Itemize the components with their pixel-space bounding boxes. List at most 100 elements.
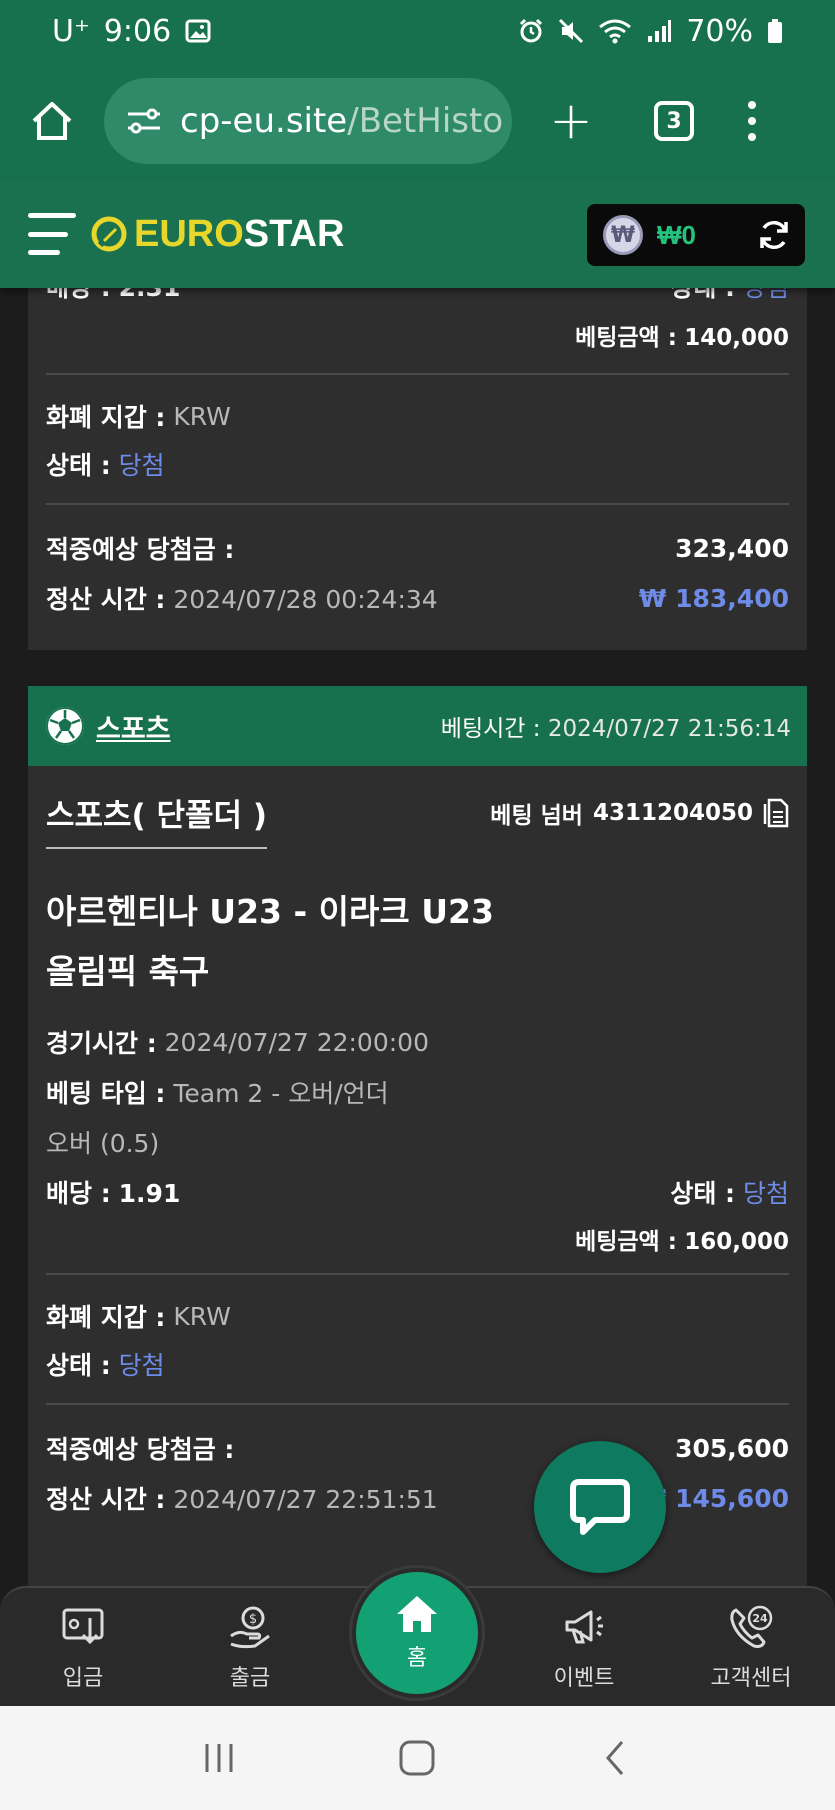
megaphone-icon	[565, 1610, 603, 1644]
expected-payout-value: 323,400	[675, 533, 789, 563]
eurostar-logo[interactable]: EURO STAR	[90, 213, 344, 256]
divider	[46, 373, 789, 375]
new-tab-plus-icon[interactable]: +	[546, 95, 596, 147]
recent-apps-icon[interactable]	[199, 1738, 239, 1778]
status-bar-right: 70%	[518, 14, 783, 49]
nav-withdraw-label: 출금	[229, 1666, 271, 1691]
divider	[46, 1273, 789, 1275]
currency-value: KRW	[173, 401, 231, 431]
refresh-icon[interactable]	[757, 218, 791, 252]
odds-status-row: 배당 : 2.31 상태 : 당첨	[46, 288, 789, 304]
battery-icon	[768, 19, 782, 43]
chat-bubble-icon	[570, 1479, 630, 1535]
nav-withdraw[interactable]: $ 출금	[190, 1604, 310, 1692]
match-teams: 아르헨티나 U23 - 이라크 U23	[46, 892, 494, 931]
bet-amount-label: 베팅금액 :	[575, 1229, 677, 1255]
home-icon[interactable]	[30, 99, 74, 143]
url-path: /BetHisto	[347, 101, 504, 141]
status-label: 상태 :	[670, 1179, 736, 1208]
nav-home[interactable]: 홈	[352, 1568, 482, 1698]
bet-type-row: 베팅 타입 : Team 2 - 오버/언더	[46, 1074, 789, 1110]
logo-text-euro: EURO	[134, 212, 244, 255]
nav-support[interactable]: 24 고객센터	[691, 1604, 811, 1692]
currency-row: 화폐 지갑 : KRW	[46, 1298, 789, 1334]
match-title: 아르헨티나 U23 - 이라크 U23 올림픽 축구	[46, 882, 494, 1002]
bet-amount-label: 베팅금액 :	[575, 325, 677, 351]
battery-percent: 70%	[686, 13, 753, 49]
bet-time-value: 2024/07/27 21:56:14	[547, 716, 791, 742]
selection-value: 오버 (0.5)	[46, 1129, 160, 1158]
status-label: 상태 :	[46, 451, 111, 480]
bet-amount-row: 베팅금액 : 160,000	[46, 1222, 789, 1256]
odds-value: 2.31	[119, 288, 181, 302]
system-navigation-bar	[0, 1706, 835, 1810]
copy-icon[interactable]	[763, 798, 789, 828]
bet-subtitle: 스포츠( 단폴더 )	[46, 790, 268, 849]
expected-payout-value: 305,600	[675, 1433, 789, 1463]
expected-payout-row: 적중예상 당첨금 : 323,400	[46, 530, 789, 566]
bet-history-list[interactable]: 배당 : 2.31 상태 : 당첨 베팅금액 : 140,000 화폐 지갑 :…	[0, 288, 835, 1588]
menu-icon[interactable]	[28, 213, 76, 255]
mute-icon	[559, 18, 584, 44]
settle-time-label: 정산 시간 :	[46, 1485, 166, 1514]
expected-payout-label: 적중예상 당첨금 :	[46, 1435, 235, 1464]
system-home-icon[interactable]	[397, 1738, 437, 1778]
gallery-icon	[185, 19, 211, 43]
won-coin-icon: ₩	[603, 215, 643, 255]
currency-value: KRW	[173, 1301, 231, 1331]
deposit-icon	[62, 1608, 104, 1645]
category: 스포츠	[44, 705, 171, 747]
soccer-ball-icon	[46, 707, 84, 745]
tab-switcher-button[interactable]: 3	[654, 101, 694, 141]
expected-payout-label: 적중예상 당첨금 :	[46, 535, 235, 564]
bet-amount-row: 베팅금액 : 140,000	[46, 318, 789, 352]
status-bar: U⁺ 9:06 70%	[0, 0, 835, 62]
bet-number-value: 4311204050	[592, 800, 753, 826]
game-time-row: 경기시간 : 2024/07/27 22:00:00	[46, 1024, 789, 1060]
bet-amount-value: 160,000	[684, 1229, 789, 1255]
svg-text:24: 24	[752, 1612, 768, 1625]
clock: 9:06	[103, 13, 172, 49]
currency-label: 화폐 지갑 :	[46, 403, 166, 432]
selection-row: 오버 (0.5)	[46, 1124, 789, 1160]
nav-deposit[interactable]: 입금	[23, 1604, 143, 1692]
status-row: 상태 : 당첨	[46, 1346, 789, 1382]
home-icon	[397, 1596, 437, 1632]
game-time-value: 2024/07/27 22:00:00	[164, 1027, 429, 1057]
bet-time: 베팅시간 : 2024/07/27 21:56:14	[441, 709, 791, 743]
carrier-label: U⁺	[52, 13, 90, 49]
address-bar[interactable]: cp-eu.site/BetHisto	[104, 78, 512, 164]
logo-text-star: STAR	[243, 212, 345, 255]
nav-event[interactable]: 이벤트	[524, 1604, 644, 1692]
divider	[46, 503, 789, 505]
live-chat-button[interactable]	[534, 1441, 666, 1573]
bet-card: 배당 : 2.31 상태 : 당첨 베팅금액 : 140,000 화폐 지갑 :…	[28, 288, 807, 650]
browser-toolbar: cp-eu.site/BetHisto + 3	[0, 62, 835, 180]
signal-icon	[648, 20, 672, 42]
nav-deposit-label: 입금	[62, 1666, 104, 1691]
status-bar-left: U⁺ 9:06	[52, 14, 211, 49]
support-24-icon: 24	[730, 1605, 773, 1648]
bet-card-header: 스포츠 베팅시간 : 2024/07/27 21:56:14	[28, 686, 807, 766]
nav-home-label: 홈	[406, 1646, 428, 1671]
wifi-icon	[599, 19, 632, 44]
bet-number-label: 베팅 넘버	[490, 803, 583, 829]
odds-label: 배당 :	[46, 1179, 111, 1208]
wallet-balance[interactable]: ₩ ₩0	[587, 204, 805, 266]
more-menu-icon[interactable]	[748, 101, 756, 141]
svg-text:$: $	[249, 1612, 257, 1627]
site-settings-icon[interactable]	[126, 106, 162, 136]
nav-event-label: 이벤트	[553, 1666, 615, 1691]
app-header: EURO STAR ₩ ₩0	[0, 180, 835, 288]
odds-label: 배당 :	[46, 288, 111, 302]
back-icon[interactable]	[596, 1738, 636, 1778]
match-league: 올림픽 축구	[46, 952, 210, 991]
expected-payout-row: 적중예상 당첨금 : 305,600	[46, 1430, 789, 1466]
bet-amount-value: 140,000	[684, 325, 789, 351]
settle-time-label: 정산 시간 :	[46, 585, 166, 614]
settle-time-row: 정산 시간 : 2024/07/28 00:24:34 ₩ 183,400	[46, 580, 789, 616]
bet-type-value: Team 2 - 오버/언더	[173, 1079, 389, 1108]
status-value: 당첨	[118, 1351, 165, 1380]
status-value: 당첨	[118, 451, 165, 480]
odds-value: 1.91	[118, 1179, 181, 1208]
